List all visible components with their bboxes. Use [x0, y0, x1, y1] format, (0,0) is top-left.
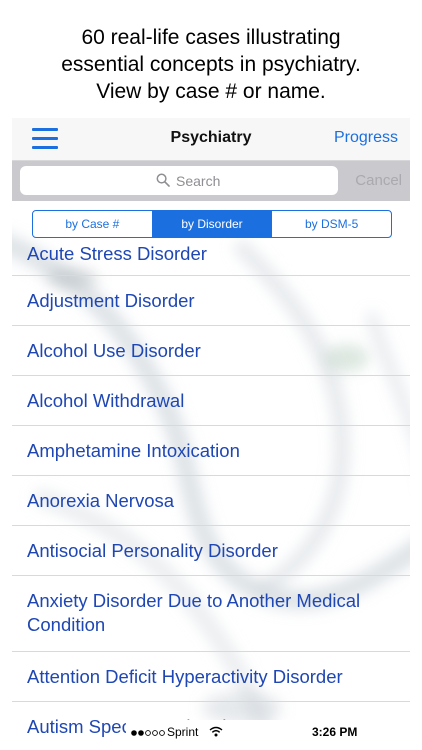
carrier-name: Sprint: [167, 725, 199, 739]
list-item-label: Alcohol Use Disorder: [27, 340, 201, 361]
view-mode-segmented-control: by Case # by Disorder by DSM-5: [32, 210, 392, 238]
list-item-label: Antisocial Personality Disorder: [27, 540, 278, 561]
list-item-label: Anorexia Nervosa: [27, 490, 175, 511]
hamburger-menu-icon[interactable]: [32, 128, 58, 149]
list-item-label: Amphetamine Intoxication: [27, 440, 240, 461]
segment-by-dsm5[interactable]: by DSM-5: [272, 211, 391, 237]
list-item[interactable]: Adjustment Disorder: [12, 276, 410, 326]
list-item[interactable]: Attention Deficit Hyperactivity Disorder: [12, 652, 410, 702]
search-icon: [156, 173, 170, 187]
navigation-bar: Psychiatry Progress: [12, 118, 410, 161]
promo-caption: 60 real-life cases illustrating essentia…: [0, 24, 422, 105]
list-item-label: Acute Stress Disorder: [27, 243, 207, 264]
list-item-label: Adjustment Disorder: [27, 290, 195, 311]
search-input[interactable]: Search: [20, 166, 338, 195]
list-item[interactable]: Alcohol Use Disorder: [12, 326, 410, 376]
segment-by-disorder[interactable]: by Disorder: [152, 211, 273, 237]
wifi-icon: [209, 726, 223, 737]
progress-button[interactable]: Progress: [334, 129, 398, 147]
cancel-button[interactable]: Cancel: [355, 172, 402, 189]
status-bar: Sprint 3:26 PM: [126, 720, 422, 750]
search-placeholder: Search: [176, 173, 221, 189]
caption-line-3: View by case # or name.: [96, 80, 326, 103]
list-item[interactable]: Antisocial Personality Disorder: [12, 526, 410, 576]
caption-line-2: essential concepts in psychiatry.: [61, 53, 361, 76]
list-item[interactable]: Alcohol Withdrawal: [12, 376, 410, 426]
list-item-label: Attention Deficit Hyperactivity Disorder: [27, 666, 343, 687]
app-screen: Psychiatry Progress Search Cancel by Cas…: [12, 118, 410, 750]
list-item[interactable]: Anorexia Nervosa: [12, 476, 410, 526]
signal-dots-icon: [131, 730, 165, 736]
list-item-label: Alcohol Withdrawal: [27, 390, 185, 411]
list-item-label: Anxiety Disorder Due to Another Medical …: [27, 590, 361, 635]
disorder-list: Acute Stress Disorder Adjustment Disorde…: [12, 226, 410, 750]
caption-line-1: 60 real-life cases illustrating: [81, 26, 341, 49]
status-time: 3:26 PM: [312, 725, 358, 739]
list-item[interactable]: Amphetamine Intoxication: [12, 426, 410, 476]
search-bar: Search Cancel: [12, 161, 410, 201]
list-item[interactable]: Anxiety Disorder Due to Another Medical …: [12, 576, 410, 652]
segment-by-case[interactable]: by Case #: [33, 211, 153, 237]
